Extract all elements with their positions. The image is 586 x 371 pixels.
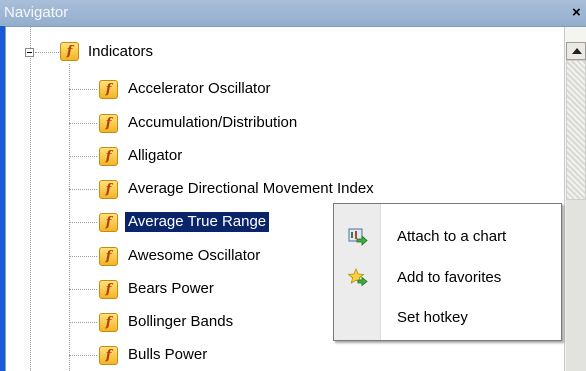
- tree-line-child: [69, 123, 97, 124]
- tree-item[interactable]: Alligator: [128, 146, 182, 166]
- tree-item[interactable]: Awesome Oscillator: [128, 246, 260, 266]
- menu-item-label: Add to favorites: [397, 269, 502, 286]
- collapse-toggle[interactable]: [25, 48, 34, 57]
- tree-line-child: [69, 322, 97, 323]
- tree-line-children: [69, 64, 70, 371]
- menu-item-set-hotkey[interactable]: Set hotkey: [334, 301, 561, 335]
- indicator-icon: f: [99, 80, 118, 99]
- arrow-up-icon: [572, 48, 582, 54]
- indicator-icon: f: [99, 280, 118, 299]
- indicator-icon: f: [99, 147, 118, 166]
- scroll-track[interactable]: [566, 200, 586, 371]
- indicator-icon: f: [99, 247, 118, 266]
- tree-root-indicators[interactable]: Indicators: [88, 42, 153, 62]
- tree-item[interactable]: Average Directional Movement Index: [128, 179, 374, 199]
- indicator-icon: f: [99, 213, 118, 232]
- tree-item[interactable]: Bears Power: [128, 279, 214, 299]
- tree-line-child: [69, 156, 97, 157]
- close-icon[interactable]: ×: [572, 4, 581, 21]
- tree-line-outer: [30, 27, 31, 48]
- menu-item-label: Attach to a chart: [397, 228, 507, 245]
- menu-item-label: Set hotkey: [397, 309, 468, 326]
- tree-item[interactable]: Bollinger Bands: [128, 312, 233, 332]
- scroll-up-button[interactable]: [566, 42, 586, 60]
- tree-line-outer-lower: [30, 58, 31, 371]
- tree-line-child: [69, 289, 97, 290]
- tree-item[interactable]: Accelerator Oscillator: [128, 79, 271, 99]
- indicator-icon: f: [99, 114, 118, 133]
- star-add-icon: [348, 268, 368, 287]
- indicator-icon: f: [99, 313, 118, 332]
- menu-item-add-favorites[interactable]: Add to favorites: [334, 261, 561, 295]
- tree-line-child: [69, 189, 97, 190]
- tree-line-child: [69, 222, 97, 223]
- window-title: Navigator: [4, 4, 69, 21]
- menu-item-attach-chart[interactable]: Attach to a chart: [334, 220, 561, 254]
- tree-line-child: [69, 89, 97, 90]
- vertical-scrollbar[interactable]: [564, 27, 586, 371]
- navigator-window: Navigator × f Indicators f Accelerator O…: [0, 0, 586, 371]
- tree-line-child: [69, 355, 97, 356]
- scroll-thumb[interactable]: [566, 60, 586, 200]
- tree-item[interactable]: Accumulation/Distribution: [128, 113, 297, 133]
- tree-item-selected[interactable]: Average True Range: [125, 212, 270, 232]
- indicator-icon: f: [99, 180, 118, 199]
- context-menu: Attach to a chart Add to favorites Set h…: [333, 203, 562, 341]
- attach-chart-icon: [348, 228, 368, 246]
- tree-line-root: [35, 52, 59, 53]
- indicator-icon: f: [60, 42, 79, 61]
- title-bar[interactable]: Navigator ×: [0, 0, 586, 27]
- tree-line-child: [69, 256, 97, 257]
- tree-item[interactable]: Bulls Power: [128, 345, 207, 365]
- indicator-icon: f: [99, 346, 118, 365]
